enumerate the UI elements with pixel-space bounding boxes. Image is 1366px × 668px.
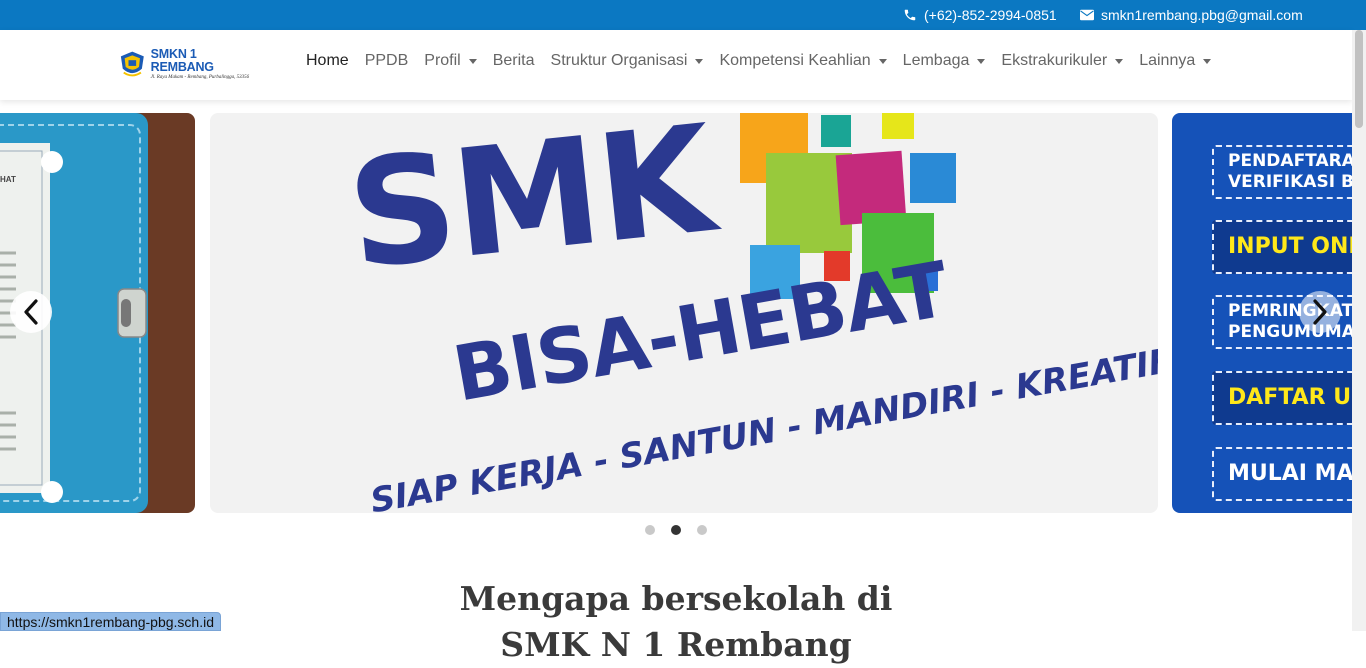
carousel-indicator-dot[interactable] bbox=[697, 525, 707, 535]
page-scrollbar[interactable] bbox=[1352, 30, 1366, 631]
slide-title-smk: SMK bbox=[340, 113, 720, 303]
email-address: smkn1rembang.pbg@gmail.com bbox=[1101, 7, 1303, 23]
nav-item-ekstrakurikuler[interactable]: Ekstrakurikuler bbox=[1001, 52, 1124, 70]
nav-item-profil[interactable]: Profil bbox=[424, 52, 477, 70]
nav-item-label: Home bbox=[306, 52, 349, 69]
chevron-right-icon bbox=[1313, 299, 1327, 325]
nav-item-lembaga[interactable]: Lembaga bbox=[903, 52, 986, 70]
caret-down-icon bbox=[878, 58, 887, 64]
ppdb-step-box: PENDAFTARA VERIFIKASI B bbox=[1212, 145, 1352, 199]
chevron-left-icon bbox=[24, 299, 38, 325]
nav-item-label: Berita bbox=[492, 52, 535, 69]
main-menu: Home PPDB Profil Berita Struktur Organisasi K… bbox=[306, 52, 1227, 70]
nav-item-label: Kompetensi Keahlian bbox=[719, 52, 871, 69]
ppdb-step-text: INPUT ONL bbox=[1228, 234, 1352, 259]
nav-item-label: Lainnya bbox=[1139, 52, 1196, 69]
nav-item-struktur-organisasi[interactable]: Struktur Organisasi bbox=[551, 52, 704, 70]
status-bar-url: https://smkn1rembang-pbg.sch.id bbox=[0, 612, 221, 631]
phone-icon bbox=[904, 9, 916, 21]
carousel-slide-active[interactable]: SMK BISA-HEBAT SIAP KERJA - SANTUN - MAN… bbox=[210, 113, 1158, 513]
scrollbar-thumb[interactable] bbox=[1355, 30, 1363, 128]
hero-carousel: HAT SMK BISA-HEBAT SIAP KERJA - SANTUN -… bbox=[0, 113, 1352, 513]
caret-down-icon bbox=[695, 58, 704, 64]
school-logo[interactable]: SMKN 1 REMBANG Jl. Raya Makam - Rembang,… bbox=[118, 46, 258, 82]
nav-item-label: Struktur Organisasi bbox=[550, 52, 688, 69]
phone-number: (+62)-852-2994-0851 bbox=[924, 7, 1057, 23]
caret-down-icon bbox=[468, 58, 477, 64]
nav-item-ppdb[interactable]: PPDB bbox=[365, 52, 409, 70]
ppdb-step-box: MULAI MA bbox=[1212, 447, 1352, 501]
nav-item-home[interactable]: Home bbox=[306, 52, 349, 70]
nav-item-label: Lembaga bbox=[902, 52, 970, 69]
nav-item-berita[interactable]: Berita bbox=[493, 52, 535, 70]
carousel-indicator-dot[interactable] bbox=[645, 525, 655, 535]
ppdb-step-text: VERIFIKASI B bbox=[1228, 172, 1352, 192]
top-contact-bar: (+62)-852-2994-0851 smkn1rembang.pbg@gma… bbox=[0, 0, 1366, 30]
brand-name: SMKN 1 REMBANG bbox=[150, 47, 214, 74]
ppdb-step-text: PENDAFTARA bbox=[1228, 151, 1352, 171]
caret-down-icon bbox=[1115, 58, 1124, 64]
ppdb-step-text: MULAI MA bbox=[1228, 461, 1352, 486]
carousel-prev-button[interactable] bbox=[10, 291, 52, 333]
caret-down-icon bbox=[977, 58, 986, 64]
caret-down-icon bbox=[1203, 58, 1212, 64]
ppdb-step-box: INPUT ONL bbox=[1212, 220, 1352, 274]
carousel-next-button[interactable] bbox=[1299, 291, 1341, 333]
nav-item-label: PPDB bbox=[364, 52, 409, 69]
email-contact[interactable]: smkn1rembang.pbg@gmail.com bbox=[1080, 7, 1303, 23]
nav-item-label: Ekstrakurikuler bbox=[1001, 52, 1108, 69]
notebook-text: HAT bbox=[0, 175, 16, 184]
nav-item-kompetensi-keahlian[interactable]: Kompetensi Keahlian bbox=[719, 52, 887, 70]
main-navbar: SMKN 1 REMBANG Jl. Raya Makam - Rembang,… bbox=[0, 30, 1352, 100]
nav-item-lainnya[interactable]: Lainnya bbox=[1139, 52, 1212, 70]
phone-contact[interactable]: (+62)-852-2994-0851 bbox=[903, 7, 1057, 23]
ppdb-step-text: DAFTAR U bbox=[1228, 385, 1352, 410]
school-emblem-icon bbox=[120, 51, 144, 77]
carousel-indicators bbox=[645, 525, 707, 535]
carousel-indicator-dot[interactable] bbox=[671, 525, 681, 535]
nav-item-label: Profil bbox=[424, 52, 461, 69]
brand-address: Jl. Raya Makam - Rembang, Purbalingga, 5… bbox=[150, 75, 250, 80]
ppdb-step-box: DAFTAR U bbox=[1212, 371, 1352, 425]
envelope-icon bbox=[1080, 9, 1094, 21]
